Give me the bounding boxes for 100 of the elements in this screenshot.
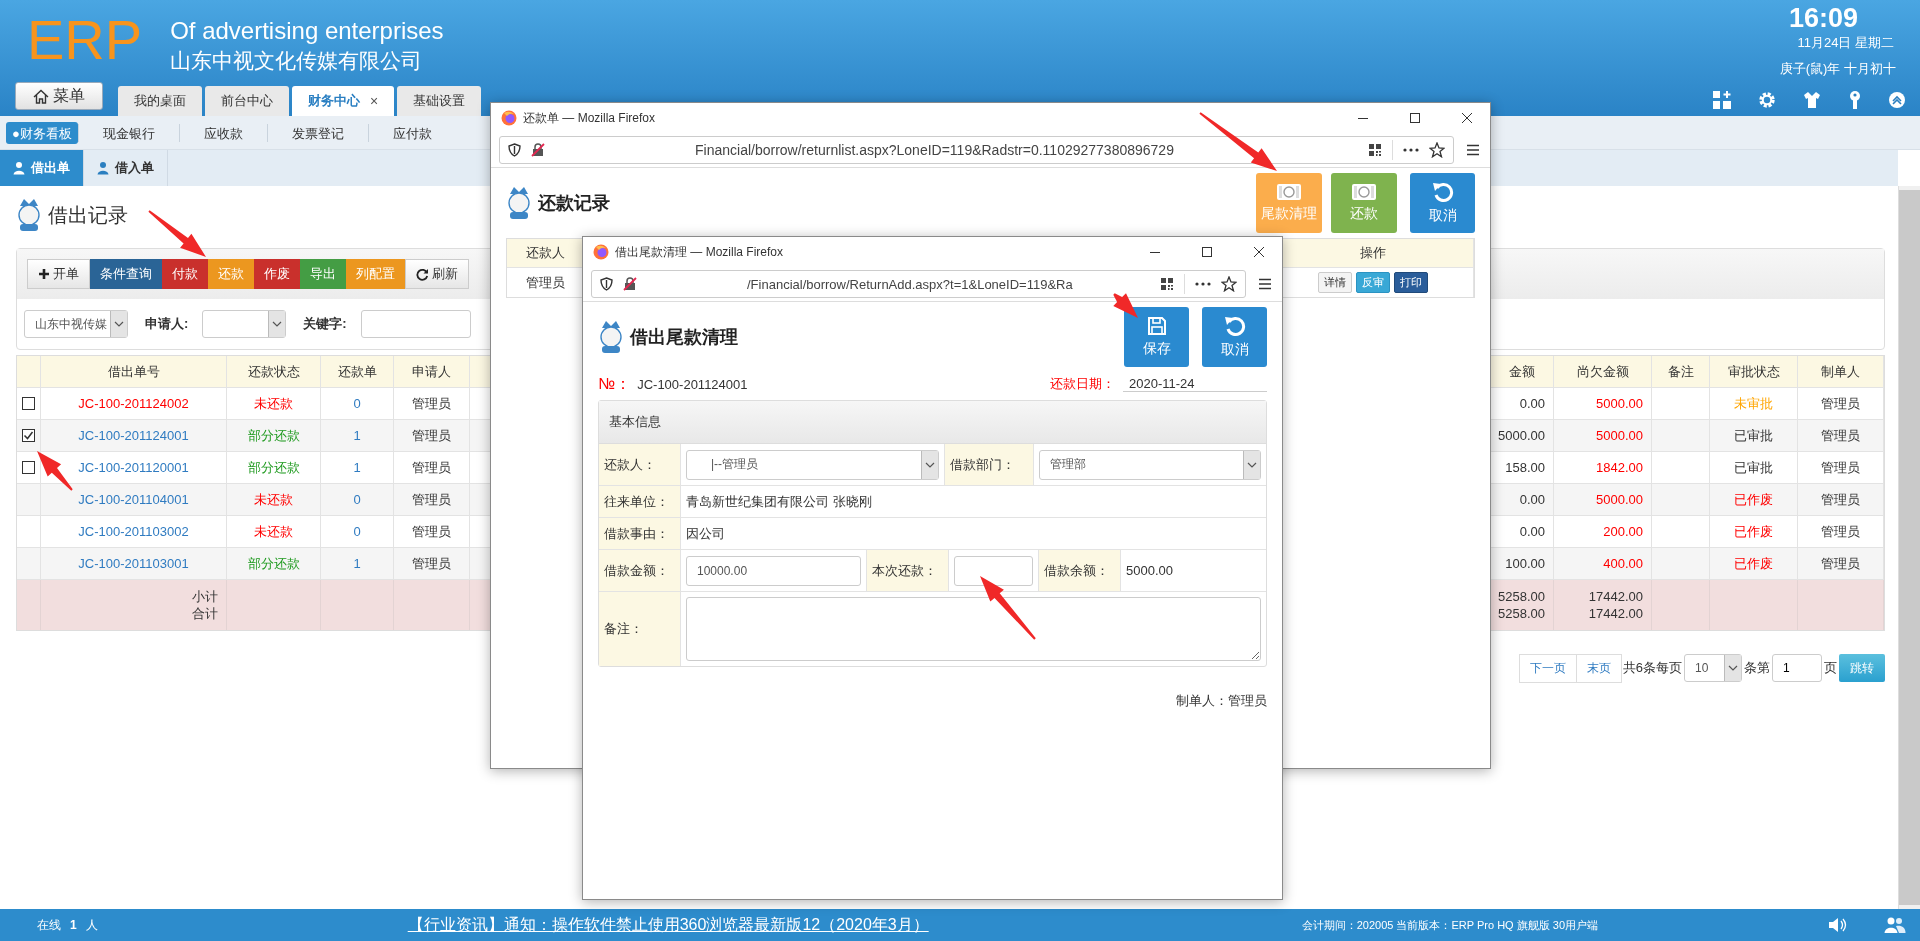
window-heading: 借出尾款清理: [630, 326, 738, 349]
mascot-icon: [506, 186, 532, 220]
toolbar-button[interactable]: 条件查询: [90, 259, 162, 289]
page-label: 条第: [1744, 659, 1770, 677]
tab-close-button[interactable]: ×: [370, 93, 379, 109]
row-action-button[interactable]: 打印: [1393, 272, 1428, 293]
column-header: 还款状态: [227, 356, 321, 388]
lunar-date: 庚子(鼠)年 十月初十: [1779, 60, 1896, 78]
note-field[interactable]: [686, 597, 1261, 661]
online-count: 1: [70, 918, 77, 932]
loan-number-link[interactable]: JC-100-201124002: [78, 396, 189, 411]
return-count-link[interactable]: 1: [353, 460, 361, 475]
toolbar-button[interactable]: 作废: [254, 259, 300, 289]
table-cell: 管理员: [1821, 490, 1860, 509]
document-tab[interactable]: 借出单: [0, 150, 84, 186]
loan-number-link[interactable]: JC-100-201120001: [78, 460, 189, 475]
company-name-en: Of advertising enterprises: [170, 16, 444, 46]
return-count-link[interactable]: 0: [353, 524, 361, 539]
scrollbar[interactable]: [1898, 186, 1920, 909]
close-icon[interactable]: [1253, 246, 1265, 258]
column-header: 金额: [1490, 356, 1554, 388]
shirt-icon[interactable]: [1802, 89, 1822, 110]
return-count-link[interactable]: 0: [353, 492, 361, 507]
table-cell: 已作废: [1734, 522, 1773, 541]
repayment-field[interactable]: [954, 555, 1033, 586]
table-cell: 管理员: [412, 426, 451, 445]
collapse-icon[interactable]: [1888, 90, 1906, 109]
speaker-icon[interactable]: [1828, 917, 1848, 933]
action-button[interactable]: 保存: [1124, 307, 1189, 367]
main-tab[interactable]: 基础设置: [397, 86, 482, 116]
insecure-lock-icon: [531, 143, 545, 157]
menu-button[interactable]: 菜单: [15, 82, 103, 110]
qr-code-icon[interactable]: [1368, 143, 1382, 157]
toolbar-button[interactable]: 导出: [300, 259, 346, 289]
users-icon[interactable]: [1884, 916, 1906, 934]
action-button[interactable]: 取消: [1410, 173, 1475, 233]
toolbar-button[interactable]: 付款: [162, 259, 208, 289]
maker-label: 制单人：管理员: [1176, 692, 1267, 710]
row-action-button[interactable]: 详情: [1317, 272, 1352, 293]
row-checkbox[interactable]: [22, 397, 35, 410]
window-heading: 还款记录: [538, 192, 610, 215]
table-cell: 管理员: [1821, 522, 1860, 541]
sub-nav-item[interactable]: ●财务看板: [6, 121, 78, 144]
department-select[interactable]: 管理部: [1039, 449, 1261, 480]
settings-icon[interactable]: [1757, 89, 1777, 110]
menu-icon[interactable]: [1466, 144, 1480, 156]
sub-nav-item[interactable]: 现金银行: [78, 121, 179, 144]
next-page-button[interactable]: 下一页: [1518, 653, 1577, 683]
row-checkbox[interactable]: [22, 429, 35, 442]
add-widget-icon[interactable]: [1712, 89, 1732, 110]
close-icon[interactable]: [1461, 112, 1473, 124]
date-field[interactable]: 2020-11-24: [1123, 376, 1267, 392]
chevron-down-icon: [1247, 461, 1257, 468]
field-label: 借款部门：: [945, 444, 1034, 485]
return-count-link[interactable]: 1: [353, 428, 361, 443]
return-count-link[interactable]: 0: [353, 396, 361, 411]
maximize-icon[interactable]: [1201, 246, 1213, 258]
row-action-button[interactable]: 反审: [1355, 272, 1390, 293]
loan-number-link[interactable]: JC-100-201103002: [78, 524, 189, 539]
home-icon: [33, 88, 49, 104]
last-page-button[interactable]: 末页: [1575, 653, 1622, 683]
field-label: 还款人：: [599, 444, 681, 485]
main-tab[interactable]: 财务中心 ×: [292, 86, 395, 116]
more-icon[interactable]: [1195, 282, 1211, 286]
table-cell: 0.00: [1519, 396, 1545, 411]
row-checkbox[interactable]: [22, 461, 35, 474]
more-icon[interactable]: [1403, 148, 1419, 152]
amount-field[interactable]: 10000.00: [686, 555, 861, 586]
menu-icon[interactable]: [1258, 278, 1272, 290]
page-size-select[interactable]: 10: [1684, 654, 1742, 682]
field-label: 借款事由：: [599, 518, 681, 549]
sub-nav-item[interactable]: 应收款: [179, 121, 267, 144]
table-cell: 管理员: [412, 490, 451, 509]
main-tab[interactable]: 我的桌面: [118, 86, 202, 116]
return-count-link[interactable]: 1: [353, 556, 361, 571]
action-button[interactable]: 取消: [1202, 307, 1267, 367]
bookmark-star-icon[interactable]: [1429, 142, 1445, 158]
firefox-icon: [593, 244, 609, 260]
shield-icon: [508, 143, 521, 157]
address-bar[interactable]: /Financial/borrow/ReturnAdd.aspx?t=1&LoneID=119&Ra: [591, 270, 1246, 298]
page-number-field[interactable]: 1: [1772, 654, 1822, 682]
table-cell: 已作废: [1734, 554, 1773, 573]
key-icon[interactable]: [1847, 89, 1863, 110]
main-tab[interactable]: 前台中心: [205, 86, 289, 116]
keyword-field[interactable]: [360, 310, 471, 338]
news-link[interactable]: 【行业资讯】通知：操作软件禁止使用360浏览器最新版12（2020年3月）: [407, 914, 929, 936]
document-tab[interactable]: 借入单: [84, 150, 168, 186]
bookmark-star-icon[interactable]: [1221, 276, 1237, 292]
toolbar-button[interactable]: 开单: [27, 259, 90, 289]
company-select[interactable]: 山东中视传媒: [24, 310, 128, 338]
payer-select[interactable]: |--管理员: [686, 449, 939, 480]
total-label: 小计: [192, 588, 218, 605]
address-bar[interactable]: Financial/borrow/returnlist.aspx?LoneID=119&Radstr=0.11029277380896729: [499, 136, 1454, 164]
qr-code-icon[interactable]: [1160, 277, 1174, 291]
total-label: 合计: [192, 605, 218, 622]
sub-nav-item[interactable]: 发票登记: [267, 121, 368, 144]
online-label: 在线: [37, 916, 61, 934]
maximize-icon[interactable]: [1409, 112, 1421, 124]
sub-nav-item[interactable]: 应付款: [368, 121, 456, 144]
toolbar-button[interactable]: 刷新: [405, 259, 469, 289]
